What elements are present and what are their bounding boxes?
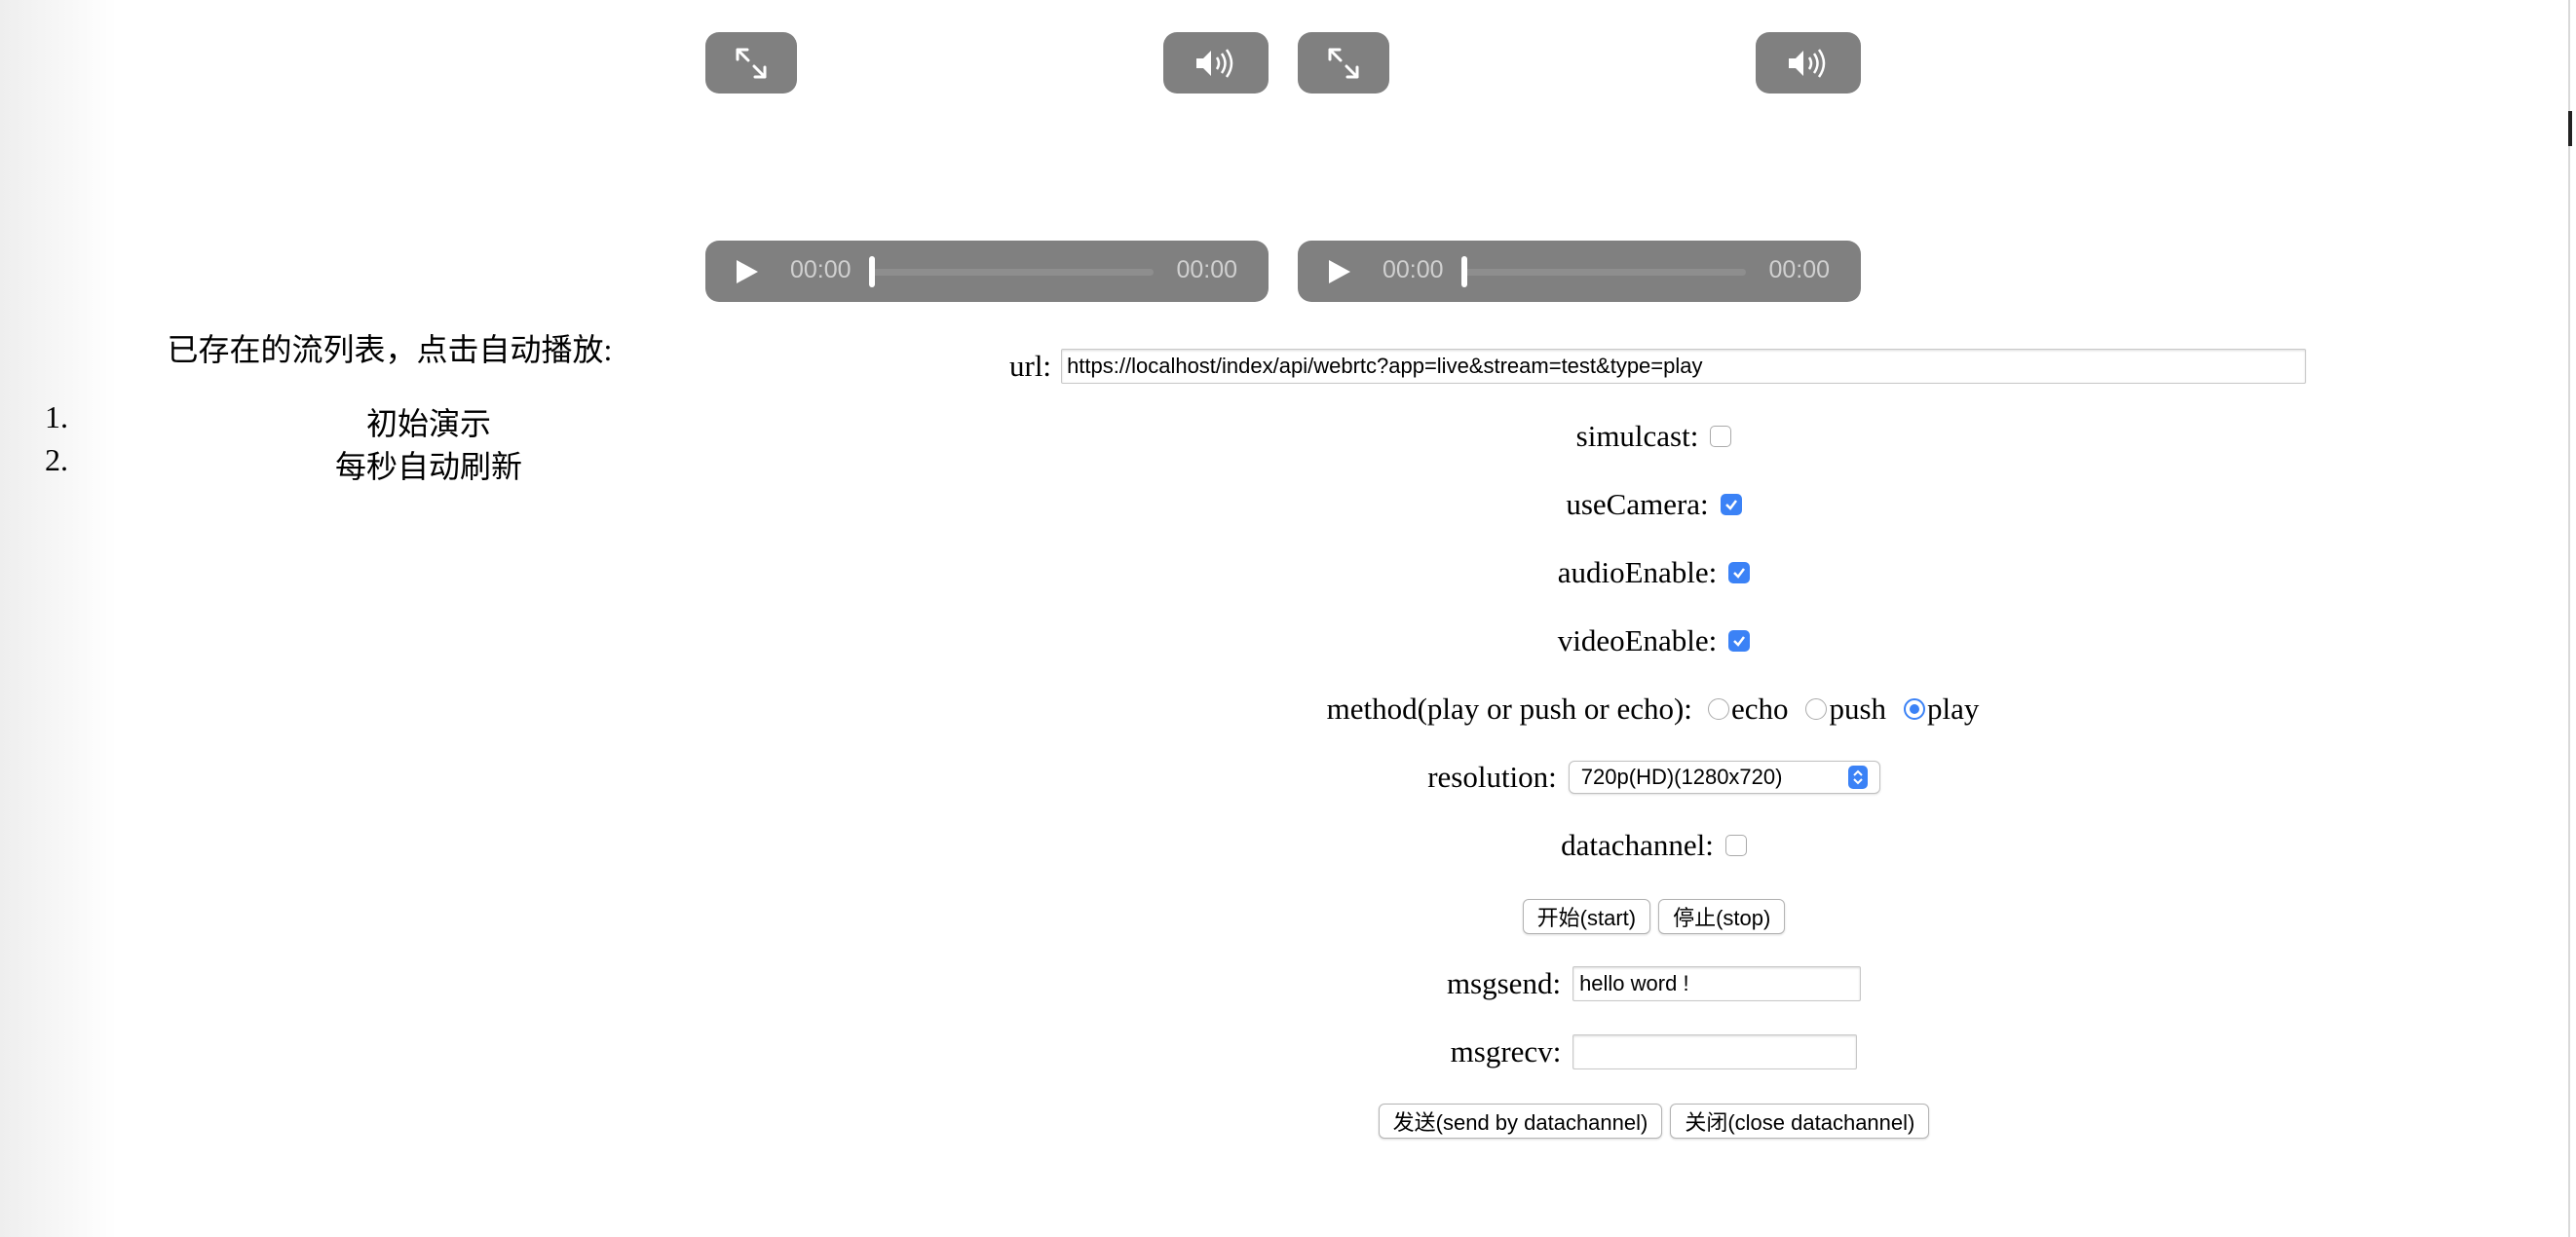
datachannel-buttons-row: 发送(send by datachannel) 关闭(close datacha…	[974, 1104, 2333, 1139]
mute-button[interactable]	[1163, 32, 1269, 94]
speaker-icon	[1789, 48, 1826, 78]
audio-enable-row: audioEnable:	[974, 555, 2333, 590]
current-time: 00:00	[790, 256, 852, 283]
stream-list: 1. 初始演示 2. 每秒自动刷新	[0, 399, 779, 485]
duration: 00:00	[1768, 256, 1830, 283]
select-arrows-icon	[1847, 766, 1868, 789]
usecamera-row: useCamera:	[974, 487, 2333, 522]
datachannel-label: datachannel:	[1561, 828, 1714, 862]
list-item[interactable]: 1. 初始演示	[0, 399, 779, 442]
stream-list-title: 已存在的流列表，点击自动播放:	[167, 332, 613, 367]
msgsend-input[interactable]: hello word !	[1572, 966, 1862, 1001]
stop-button[interactable]: 停止(stop)	[1658, 899, 1786, 934]
checkmark-icon	[1724, 500, 1737, 510]
method-option-label: echo	[1730, 692, 1789, 726]
method-radio-echo[interactable]	[1707, 698, 1729, 720]
usecamera-checkbox[interactable]	[1720, 494, 1742, 515]
start-stop-row: 开始(start) 停止(stop)	[974, 899, 2333, 934]
player-control-bar: 00:00 00:00	[1298, 241, 1861, 302]
current-time: 00:00	[1383, 256, 1444, 283]
seek-thumb[interactable]	[869, 256, 875, 287]
url-label: url:	[1009, 349, 1052, 383]
video-enable-row: videoEnable:	[974, 623, 2333, 658]
start-button[interactable]: 开始(start)	[1522, 899, 1651, 934]
right-edge-marker	[2568, 111, 2572, 146]
page: 00:00 00:00 00:00 00:00 已存在的流列表，点击自动播放: …	[0, 0, 2576, 1237]
window-edge-shadow	[0, 0, 117, 1237]
seek-track[interactable]	[1461, 269, 1746, 276]
video-enable-label: videoEnable:	[1557, 623, 1718, 657]
speaker-icon	[1196, 48, 1233, 78]
method-radio-play[interactable]	[1904, 698, 1926, 720]
usecamera-label: useCamera:	[1566, 487, 1709, 521]
resolution-value: 720p(HD)(1280x720)	[1580, 765, 1783, 789]
simulcast-row: simulcast:	[974, 419, 2333, 454]
resolution-select[interactable]: 720p(HD)(1280x720)	[1568, 761, 1880, 794]
video-player-local[interactable]: 00:00 00:00	[705, 0, 1269, 302]
checkmark-icon	[1733, 636, 1746, 647]
fullscreen-button[interactable]	[1298, 32, 1389, 94]
play-icon[interactable]	[1327, 258, 1352, 285]
url-row: url: https://localhost/index/api/webrtc?…	[1009, 349, 2373, 384]
msgrecv-label: msgrecv:	[1450, 1034, 1562, 1068]
audio-enable-label: audioEnable:	[1557, 555, 1718, 589]
mute-button[interactable]	[1756, 32, 1861, 94]
seek-track[interactable]	[869, 269, 1154, 276]
close-datachannel-button[interactable]: 关闭(close datachannel)	[1670, 1104, 1930, 1139]
send-button[interactable]: 发送(send by datachannel)	[1378, 1104, 1663, 1139]
audio-enable-checkbox[interactable]	[1728, 562, 1751, 583]
datachannel-checkbox[interactable]	[1724, 835, 1747, 856]
method-option-label: push	[1829, 692, 1887, 726]
video-player-remote[interactable]: 00:00 00:00	[1298, 0, 1861, 302]
simulcast-label: simulcast:	[1575, 419, 1699, 453]
msgrecv-input[interactable]	[1572, 1034, 1858, 1069]
fullscreen-button[interactable]	[705, 32, 797, 94]
msgrecv-row: msgrecv:	[974, 1034, 2333, 1069]
stream-link-demo[interactable]: 初始演示	[0, 399, 857, 444]
datachannel-row: datachannel:	[974, 828, 2333, 863]
fullscreen-icon	[1328, 48, 1359, 78]
resolution-row: resolution: 720p(HD)(1280x720)	[974, 760, 2333, 795]
fullscreen-icon	[736, 48, 767, 78]
method-row: method(play or push or echo): echo push …	[974, 692, 2333, 727]
url-input[interactable]: https://localhost/index/api/webrtc?app=l…	[1061, 349, 2307, 384]
play-icon[interactable]	[735, 258, 760, 285]
method-option-label: play	[1927, 692, 1980, 726]
msgsend-label: msgsend:	[1446, 966, 1562, 1000]
checkmark-icon	[1733, 568, 1746, 579]
simulcast-checkbox[interactable]	[1710, 426, 1732, 447]
list-item[interactable]: 2. 每秒自动刷新	[0, 442, 779, 485]
duration: 00:00	[1176, 256, 1237, 283]
player-control-bar: 00:00 00:00	[705, 241, 1269, 302]
resolution-label: resolution:	[1427, 760, 1557, 794]
right-scroll-edge	[2568, 0, 2576, 1237]
seek-thumb[interactable]	[1461, 256, 1467, 287]
msgsend-row: msgsend: hello word !	[974, 966, 2333, 1001]
video-enable-checkbox[interactable]	[1728, 630, 1751, 652]
method-label: method(play or push or echo):	[1326, 692, 1692, 726]
method-radio-push[interactable]	[1805, 698, 1828, 720]
stream-link-auto-refresh[interactable]: 每秒自动刷新	[0, 442, 857, 487]
